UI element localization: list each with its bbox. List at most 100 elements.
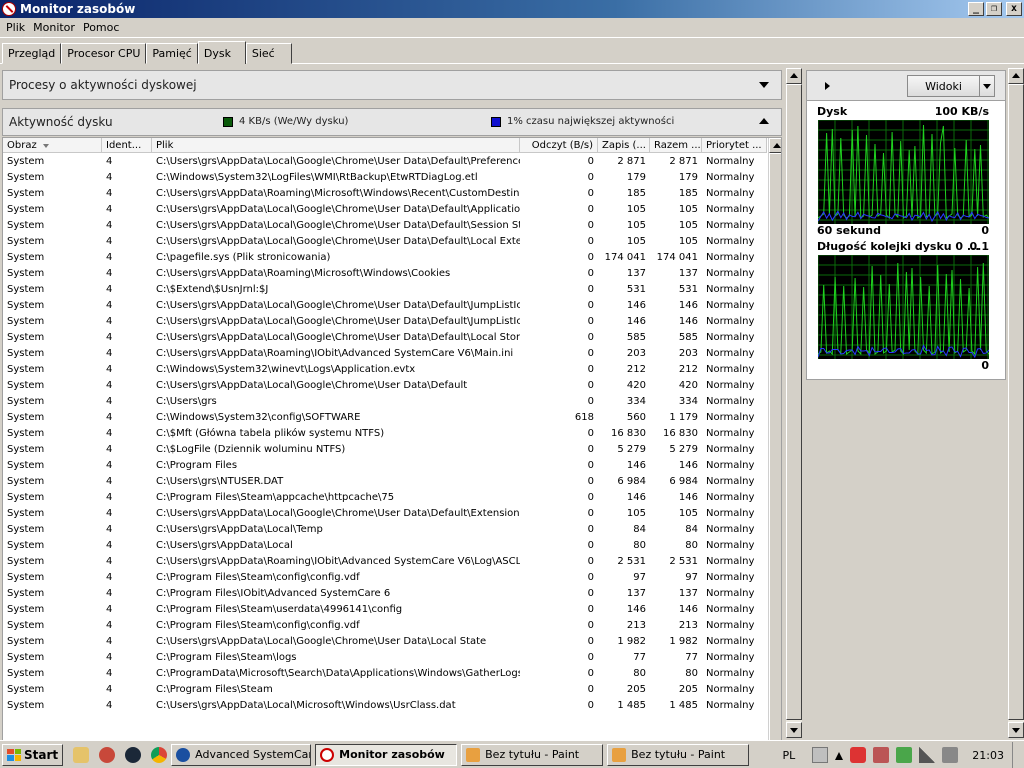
- scroll-up-button[interactable]: [769, 138, 781, 153]
- no-entry-icon[interactable]: [99, 746, 116, 763]
- table-row[interactable]: System 4 C:\$Mft (Główna tabela plików sys…: [3, 426, 767, 442]
- table-row[interactable]: System 4 C:\Users\grs\AppData\Roaming\Micr…: [3, 266, 767, 282]
- table-row[interactable]: System 4 C:\Program Files\Steam\config\con…: [3, 618, 767, 634]
- table-cell: 334: [626, 396, 646, 407]
- table-row[interactable]: System 4 C:\Program Files\Steam\config\con…: [3, 570, 767, 586]
- chrome-icon[interactable]: [151, 746, 168, 763]
- taskbar-button-paint-2[interactable]: Bez tytułu - Paint: [607, 743, 750, 766]
- table-row[interactable]: System 4 C:\Users\grs\AppData\Local 0 80 80 No…: [3, 538, 767, 554]
- table-row[interactable]: System 4 C:\ProgramData\Microsoft\Search\D…: [3, 666, 767, 682]
- expand-arrow-icon[interactable]: [759, 82, 769, 88]
- table-row[interactable]: System 4 C:\Users\grs\AppData\Local\Micros…: [3, 698, 767, 714]
- action-center-icon[interactable]: [850, 747, 867, 763]
- views-dropdown[interactable]: Widoki: [907, 75, 995, 97]
- table-row[interactable]: System 4 C:\Program Files\Steam\logs 0 77 77 N…: [3, 650, 767, 666]
- disk-activity-section-header[interactable]: Aktywność dysku 4 KB/s (We/Wy dysku) 1% …: [2, 108, 782, 136]
- show-desktop-button[interactable]: [1012, 742, 1024, 768]
- pane-scroll-up-button[interactable]: [786, 68, 802, 84]
- table-row[interactable]: System 4 C:\Users\grs\AppData\Local\Google…: [3, 314, 767, 330]
- right-scroll-down-button[interactable]: [1008, 722, 1024, 738]
- minimize-button[interactable]: _: [968, 2, 984, 16]
- tab-przeglad[interactable]: Przegląd: [2, 43, 62, 64]
- security-icon[interactable]: [873, 747, 890, 763]
- table-row[interactable]: System 4 C:\Users\grs\AppData\Local\Google…: [3, 378, 767, 394]
- collapse-pane-icon[interactable]: [825, 82, 830, 90]
- taskbar-button-advanced-systemcare[interactable]: Advanced SystemCare: [171, 743, 312, 766]
- clock[interactable]: 21:03: [972, 749, 1004, 762]
- table-row[interactable]: System 4 C:\Users\grs\AppData\Local\Temp 0 8…: [3, 522, 767, 538]
- table-row[interactable]: System 4 C:\$LogFile (Dziennik woluminu NT…: [3, 442, 767, 458]
- language-indicator[interactable]: PL: [783, 749, 796, 762]
- restore-button[interactable]: ❐: [986, 2, 1002, 16]
- collapse-arrow-icon[interactable]: [759, 118, 769, 124]
- tab-pamiec[interactable]: Pamięć: [146, 43, 198, 64]
- table-cell: C:\Users\grs\AppData\Roaming\Microsoft\W…: [156, 188, 520, 199]
- table-row[interactable]: System 4 C:\Program Files\Steam\appcache\h…: [3, 490, 767, 506]
- volume-icon[interactable]: [942, 747, 959, 763]
- table-row[interactable]: System 4 C:\Users\grs\AppData\Local\Google…: [3, 298, 767, 314]
- table-row[interactable]: System 4 C:\Users\grs\AppData\Local\Google…: [3, 202, 767, 218]
- start-button[interactable]: Start: [2, 743, 64, 766]
- show-hidden-icons-icon[interactable]: [835, 750, 844, 760]
- left-pane-scrollbar[interactable]: [786, 68, 802, 738]
- steam-icon[interactable]: [125, 746, 142, 763]
- column-header-plik[interactable]: Plik: [152, 138, 520, 153]
- scroll-thumb[interactable]: [769, 153, 781, 753]
- right-scroll-up-button[interactable]: [1008, 68, 1024, 84]
- column-header-zapis[interactable]: Zapis (...: [598, 138, 650, 153]
- taskbar-button-monitor[interactable]: Monitor zasobów: [315, 743, 458, 766]
- pane-scroll-down-button[interactable]: [786, 722, 802, 738]
- graphs-toolbar: Widoki: [807, 71, 1005, 101]
- tab-dysk[interactable]: Dysk: [197, 41, 246, 64]
- table-row[interactable]: System 4 C:\Users\grs\AppData\Local\Google…: [3, 234, 767, 250]
- table-row[interactable]: System 4 C:\Users\grs\AppData\Local\Google…: [3, 154, 767, 170]
- right-scroll-thumb[interactable]: [1008, 84, 1024, 720]
- menu-bar: Plik Monitor Pomoc: [0, 18, 1024, 38]
- chevron-down-icon[interactable]: [980, 76, 994, 96]
- menu-monitor[interactable]: Monitor: [29, 21, 79, 34]
- table-row[interactable]: System 4 C:\Windows\System32\winevt\Logs\A…: [3, 362, 767, 378]
- table-cell: System: [7, 172, 45, 183]
- table-vertical-scrollbar[interactable]: [768, 138, 781, 767]
- table-row[interactable]: System 4 C:\Users\grs\AppData\Local\Google…: [3, 506, 767, 522]
- table-row[interactable]: System 4 C:\Users\grs\AppData\Roaming\Micr…: [3, 186, 767, 202]
- column-header-ident[interactable]: Ident...: [102, 138, 152, 153]
- table-row[interactable]: System 4 C:\Users\grs\AppData\Roaming\IObi…: [3, 554, 767, 570]
- table-cell: System: [7, 572, 45, 583]
- column-header-odczyt[interactable]: Odczyt (B/s): [520, 138, 598, 153]
- table-row[interactable]: System 4 C:\pagefile.sys (Plik stronicowan…: [3, 250, 767, 266]
- power-icon[interactable]: [896, 747, 913, 763]
- table-row[interactable]: System 4 C:\Users\grs\AppData\Local\Google…: [3, 330, 767, 346]
- table-row[interactable]: System 4 C:\Users\grs\AppData\Local\Google…: [3, 634, 767, 650]
- table-row[interactable]: System 4 C:\Windows\System32\config\SOFTWA…: [3, 410, 767, 426]
- close-button[interactable]: x: [1006, 2, 1022, 16]
- keyboard-icon[interactable]: [812, 747, 829, 763]
- tab-siec[interactable]: Sieć: [245, 43, 292, 64]
- column-header-razem[interactable]: Razem ...: [650, 138, 702, 153]
- table-cell: C:\Users\grs\AppData\Roaming\IObit\Advan…: [156, 556, 520, 567]
- table-row[interactable]: System 4 C:\Windows\System32\LogFiles\WMI\…: [3, 170, 767, 186]
- tab-procesor[interactable]: Procesor CPU: [61, 43, 147, 64]
- network-icon[interactable]: [919, 747, 936, 763]
- table-row[interactable]: System 4 C:\Program Files\Steam\userdata\4…: [3, 602, 767, 618]
- table-row[interactable]: System 4 C:\Program Files\Steam 0 205 205 Norm…: [3, 682, 767, 698]
- column-header-priorytet[interactable]: Priorytet ...: [702, 138, 767, 153]
- right-pane-scrollbar[interactable]: [1008, 68, 1024, 738]
- table-row[interactable]: System 4 C:\Users\grs 0 334 334 Normalny: [3, 394, 767, 410]
- processes-section-header[interactable]: Procesy o aktywności dyskowej: [2, 70, 782, 100]
- table-row[interactable]: System 4 C:\Users\grs\NTUSER.DAT 0 6 984 6 98…: [3, 474, 767, 490]
- folder-icon[interactable]: [73, 746, 90, 763]
- table-row[interactable]: System 4 C:\$Extend\$UsnJrnl:$J 0 531 531 Norm…: [3, 282, 767, 298]
- views-button[interactable]: Widoki: [908, 76, 980, 96]
- taskbar-button-paint-1[interactable]: Bez tytułu - Paint: [461, 743, 604, 766]
- menu-plik[interactable]: Plik: [2, 21, 29, 34]
- table-cell: 4: [106, 380, 113, 391]
- table-cell: 4: [106, 636, 113, 647]
- table-row[interactable]: System 4 C:\Program Files 0 146 146 Normalny: [3, 458, 767, 474]
- table-row[interactable]: System 4 C:\Users\grs\AppData\Local\Google…: [3, 218, 767, 234]
- pane-scroll-thumb[interactable]: [786, 84, 802, 720]
- table-row[interactable]: System 4 C:\Program Files\IObit\Advanced S…: [3, 586, 767, 602]
- table-row[interactable]: System 4 C:\Users\grs\AppData\Roaming\IObi…: [3, 346, 767, 362]
- column-header-obraz[interactable]: Obraz: [3, 138, 102, 153]
- menu-pomoc[interactable]: Pomoc: [79, 21, 123, 34]
